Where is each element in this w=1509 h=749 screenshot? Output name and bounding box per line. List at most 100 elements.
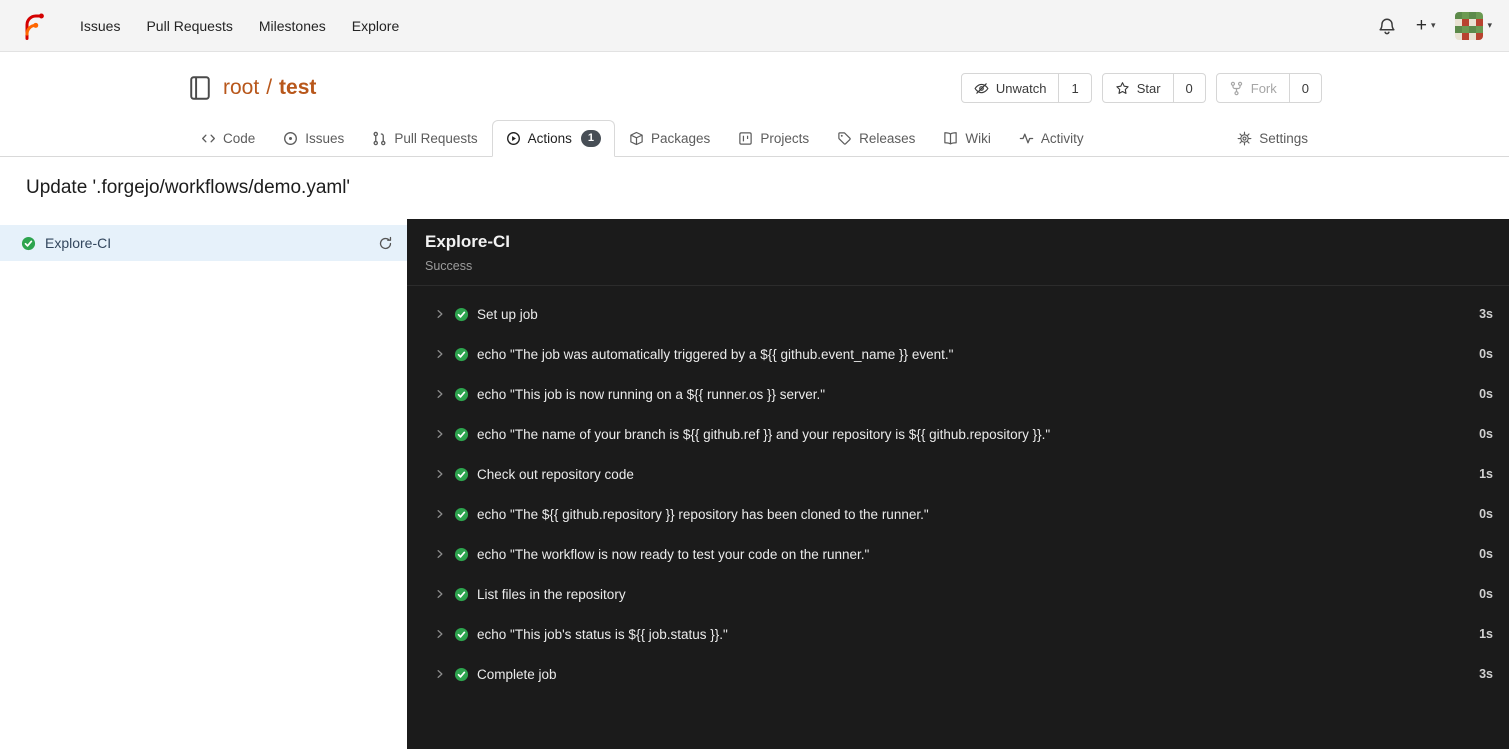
step-row[interactable]: List files in the repository 0s (407, 574, 1509, 614)
success-check-icon (454, 587, 469, 601)
navbar-right: + ▾ ▾ (1378, 11, 1492, 40)
tab-pull-requests[interactable]: Pull Requests (358, 120, 491, 157)
chevron-right-icon (434, 508, 446, 520)
step-duration: 3s (1479, 307, 1493, 321)
chevron-right-icon (434, 628, 446, 640)
chevron-right-icon (434, 588, 446, 600)
repo-tabs: Code Issues Pull Requests Actions 1 Pack… (187, 120, 1322, 157)
job-name: Explore-CI (45, 235, 112, 251)
nav-item-milestones[interactable]: Milestones (246, 12, 339, 40)
pulse-icon (1019, 133, 1034, 144)
step-row[interactable]: Complete job 3s (407, 654, 1509, 694)
step-duration: 0s (1479, 427, 1493, 441)
step-duration: 1s (1479, 467, 1493, 481)
tag-icon (838, 132, 851, 145)
forgejo-logo-icon[interactable] (17, 11, 47, 41)
watch-button-group: Unwatch 1 (960, 73, 1092, 103)
success-check-icon (454, 627, 469, 641)
tab-issues[interactable]: Issues (269, 120, 358, 157)
fork-button-group: Fork 0 (1215, 73, 1322, 103)
chevron-right-icon (434, 428, 446, 440)
tab-activity[interactable]: Activity (1005, 120, 1098, 157)
actions-play-icon (506, 132, 520, 145)
repo-owner-link[interactable]: root (223, 76, 259, 100)
star-button[interactable]: Star (1101, 73, 1174, 103)
gear-icon (1237, 131, 1252, 146)
repo-title-row: root / test Unwatch 1 Star 0 Fork 0 (187, 52, 1322, 103)
step-row[interactable]: echo "The workflow is now ready to test … (407, 534, 1509, 574)
step-duration: 0s (1479, 507, 1493, 521)
refresh-icon[interactable] (378, 236, 393, 251)
run-body: Explore-CI Explore-CI Success Set up job (0, 219, 1509, 749)
nav-item-explore[interactable]: Explore (339, 12, 412, 40)
step-row[interactable]: echo "The name of your branch is ${{ git… (407, 414, 1509, 454)
step-name: List files in the repository (477, 586, 626, 602)
star-count[interactable]: 0 (1173, 73, 1206, 103)
job-list-item-selected[interactable]: Explore-CI (0, 225, 407, 261)
success-check-icon (454, 387, 469, 401)
step-duration: 1s (1479, 627, 1493, 641)
step-row[interactable]: echo "This job is now running on a ${{ r… (407, 374, 1509, 414)
step-duration: 3s (1479, 667, 1493, 681)
create-new-menu[interactable]: + ▾ (1416, 16, 1436, 35)
step-row[interactable]: Set up job 3s (407, 294, 1509, 334)
top-navbar: Issues Pull Requests Milestones Explore … (0, 0, 1509, 52)
success-check-icon (21, 236, 36, 250)
step-name: echo "The workflow is now ready to test … (477, 546, 870, 562)
jobs-sidebar: Explore-CI (0, 219, 407, 749)
issue-icon (284, 132, 298, 145)
repo-icon (187, 75, 213, 101)
caret-down-icon: ▾ (1430, 20, 1436, 30)
tab-wiki[interactable]: Wiki (929, 120, 1005, 157)
actions-count-badge: 1 (580, 130, 602, 147)
success-check-icon (454, 507, 469, 521)
step-row[interactable]: echo "The ${{ github.repository }} repos… (407, 494, 1509, 534)
step-name: Set up job (477, 306, 538, 322)
star-button-group: Star 0 (1101, 73, 1206, 103)
step-name: Complete job (477, 666, 557, 682)
step-name: Check out repository code (477, 466, 634, 482)
step-name: echo "The name of your branch is ${{ git… (477, 426, 1051, 442)
user-menu[interactable]: ▾ (1455, 11, 1492, 40)
tab-code[interactable]: Code (187, 120, 269, 157)
fork-button[interactable]: Fork (1215, 73, 1290, 103)
tab-actions[interactable]: Actions 1 (491, 120, 616, 157)
nav-item-issues[interactable]: Issues (67, 12, 133, 40)
step-row[interactable]: echo "The job was automatically triggere… (407, 334, 1509, 374)
fork-count[interactable]: 0 (1289, 73, 1322, 103)
plus-icon: + (1415, 15, 1427, 36)
step-row[interactable]: echo "This job's status is ${{ job.statu… (407, 614, 1509, 654)
watch-count[interactable]: 1 (1059, 73, 1092, 103)
chevron-right-icon (434, 348, 446, 360)
repo-separator: / (266, 76, 273, 99)
repo-action-buttons: Unwatch 1 Star 0 Fork 0 (960, 73, 1322, 103)
step-name: echo "This job is now running on a ${{ r… (477, 386, 826, 402)
step-name: echo "This job's status is ${{ job.statu… (477, 626, 728, 642)
success-check-icon (454, 547, 469, 561)
fork-icon (1230, 81, 1242, 95)
notifications-bell-icon[interactable] (1378, 17, 1396, 35)
chevron-right-icon (434, 308, 446, 320)
steps-list: Set up job 3s echo "The job was automati… (407, 286, 1509, 694)
tab-releases[interactable]: Releases (823, 120, 929, 157)
success-check-icon (454, 667, 469, 681)
step-name: echo "The ${{ github.repository }} repos… (477, 506, 929, 522)
job-panel-title: Explore-CI (425, 232, 511, 251)
step-name: echo "The job was automatically triggere… (477, 346, 954, 362)
step-row[interactable]: Check out repository code 1s (407, 454, 1509, 494)
repo-name-link[interactable]: test (279, 76, 316, 100)
book-icon (944, 132, 958, 145)
tab-projects[interactable]: Projects (724, 120, 823, 157)
success-check-icon (454, 347, 469, 361)
unwatch-button[interactable]: Unwatch (960, 73, 1060, 103)
nav-item-pull-requests[interactable]: Pull Requests (133, 12, 245, 40)
repo-header: root / test Unwatch 1 Star 0 Fork 0 Code… (0, 52, 1509, 157)
pull-request-icon (373, 131, 386, 146)
step-duration: 0s (1479, 587, 1493, 601)
chevron-right-icon (434, 388, 446, 400)
success-check-icon (454, 307, 469, 321)
step-duration: 0s (1479, 387, 1493, 401)
eye-slash-icon (974, 82, 989, 94)
tab-settings[interactable]: Settings (1223, 120, 1322, 157)
tab-packages[interactable]: Packages (615, 120, 724, 157)
